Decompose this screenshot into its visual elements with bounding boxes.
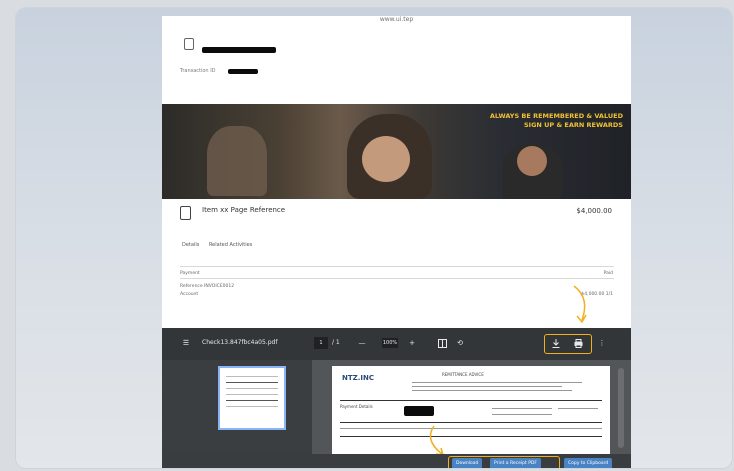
hero-person-center-face — [362, 136, 410, 182]
item-row[interactable]: Item xx Page Reference $4,000.00 — [176, 204, 616, 226]
download-button[interactable]: Download — [452, 458, 483, 468]
thumb-line — [226, 388, 278, 389]
divider — [180, 266, 614, 267]
pdf-viewer: ☰ Check13.847fbc4a05.pdf 1 / 1 — 100% + … — [162, 328, 631, 468]
header-subtitle: Transaction ID — [180, 68, 216, 74]
copy-clipboard-button[interactable]: Copy to Clipboard — [564, 458, 613, 468]
document-icon — [184, 38, 194, 50]
pdf-table-rule — [340, 422, 602, 423]
pdf-table-rule — [340, 436, 602, 437]
pdf-text-line — [492, 414, 552, 415]
hero-banner: ALWAYS BE REMEMBERED & VALUED SIGN UP & … — [162, 104, 631, 199]
pdf-text-line — [340, 428, 602, 429]
print-receipt-button[interactable]: Print a Receipt PDF — [490, 458, 541, 468]
detail-label-reference: Reference INVOICE0012 — [180, 284, 235, 289]
thumb-line — [226, 376, 278, 377]
detail-tabs: Details Related Activities — [182, 242, 260, 248]
pdf-text-line — [412, 382, 582, 383]
pdf-page: NTZ.INC REMITTANCE ADVICE Payment Detail… — [332, 366, 610, 468]
page-url-text: www.ui.tep — [379, 16, 414, 23]
zoom-in-button[interactable]: + — [406, 337, 418, 349]
detail-label-payment: Payment — [180, 271, 200, 276]
pdf-toolbar: ☰ Check13.847fbc4a05.pdf 1 / 1 — 100% + … — [162, 328, 631, 360]
hero-caption-line1: ALWAYS BE REMEMBERED & VALUED — [489, 112, 623, 120]
more-vertical-icon[interactable]: ⋮ — [596, 337, 608, 349]
annotation-arrow-top — [573, 285, 587, 324]
pdf-text-line — [558, 408, 598, 409]
pdf-text-line — [412, 386, 562, 387]
tab-details[interactable]: Details — [182, 242, 199, 248]
thumb-line — [226, 382, 278, 383]
rotate-icon[interactable]: ⟲ — [454, 337, 466, 349]
hamburger-menu-icon[interactable]: ☰ — [180, 337, 192, 349]
tab-related[interactable]: Related Activities — [209, 242, 252, 248]
bottom-action-bar: Download Print a Receipt PDF Copy to Cli… — [162, 454, 631, 468]
browser-page: www.ui.tep Transaction ID ALWAYS BE REME… — [162, 16, 631, 468]
pdf-brand: NTZ.INC — [342, 374, 374, 382]
pdf-line-label: Payment Details — [340, 404, 373, 409]
detail-label-account: Account — [180, 292, 199, 297]
screenshot-frame: www.ui.tep Transaction ID ALWAYS BE REME… — [16, 8, 732, 468]
thumbnail-sidebar — [162, 360, 312, 468]
redacted-name — [202, 47, 276, 53]
zoom-out-button[interactable]: — — [356, 337, 368, 349]
pdf-table-rule — [340, 400, 602, 401]
pdf-scrollbar[interactable] — [618, 368, 624, 448]
page-total: / 1 — [332, 339, 340, 346]
thumb-line — [226, 394, 278, 395]
thumb-line — [226, 406, 278, 407]
hero-person-left — [207, 126, 267, 196]
divider — [180, 278, 614, 279]
print-icon[interactable] — [572, 337, 584, 349]
pdf-filename: Check13.847fbc4a05.pdf — [202, 339, 278, 346]
item-title: Item xx Page Reference — [202, 206, 286, 214]
thumb-line — [226, 400, 278, 401]
pdf-heading: REMITTANCE ADVICE — [442, 372, 484, 377]
zoom-level-input[interactable]: 100% — [382, 338, 398, 348]
redacted-transaction-id — [228, 69, 258, 74]
hero-caption-line2: SIGN UP & EARN REWARDS — [524, 121, 623, 129]
pdf-text-line — [492, 408, 552, 409]
page-thumbnail[interactable] — [218, 366, 286, 430]
redacted-payee — [404, 406, 434, 416]
detail-value-status: Paid — [603, 271, 613, 276]
download-icon[interactable] — [550, 337, 562, 349]
hero-caption: ALWAYS BE REMEMBERED & VALUED SIGN UP & … — [490, 112, 623, 130]
item-price: $4,000.00 — [576, 207, 612, 215]
hero-person-right-face — [517, 146, 547, 176]
page-number-input[interactable]: 1 — [314, 337, 328, 349]
pdf-text-line — [412, 390, 572, 391]
item-document-icon — [180, 206, 191, 220]
fit-page-icon[interactable] — [436, 337, 448, 349]
